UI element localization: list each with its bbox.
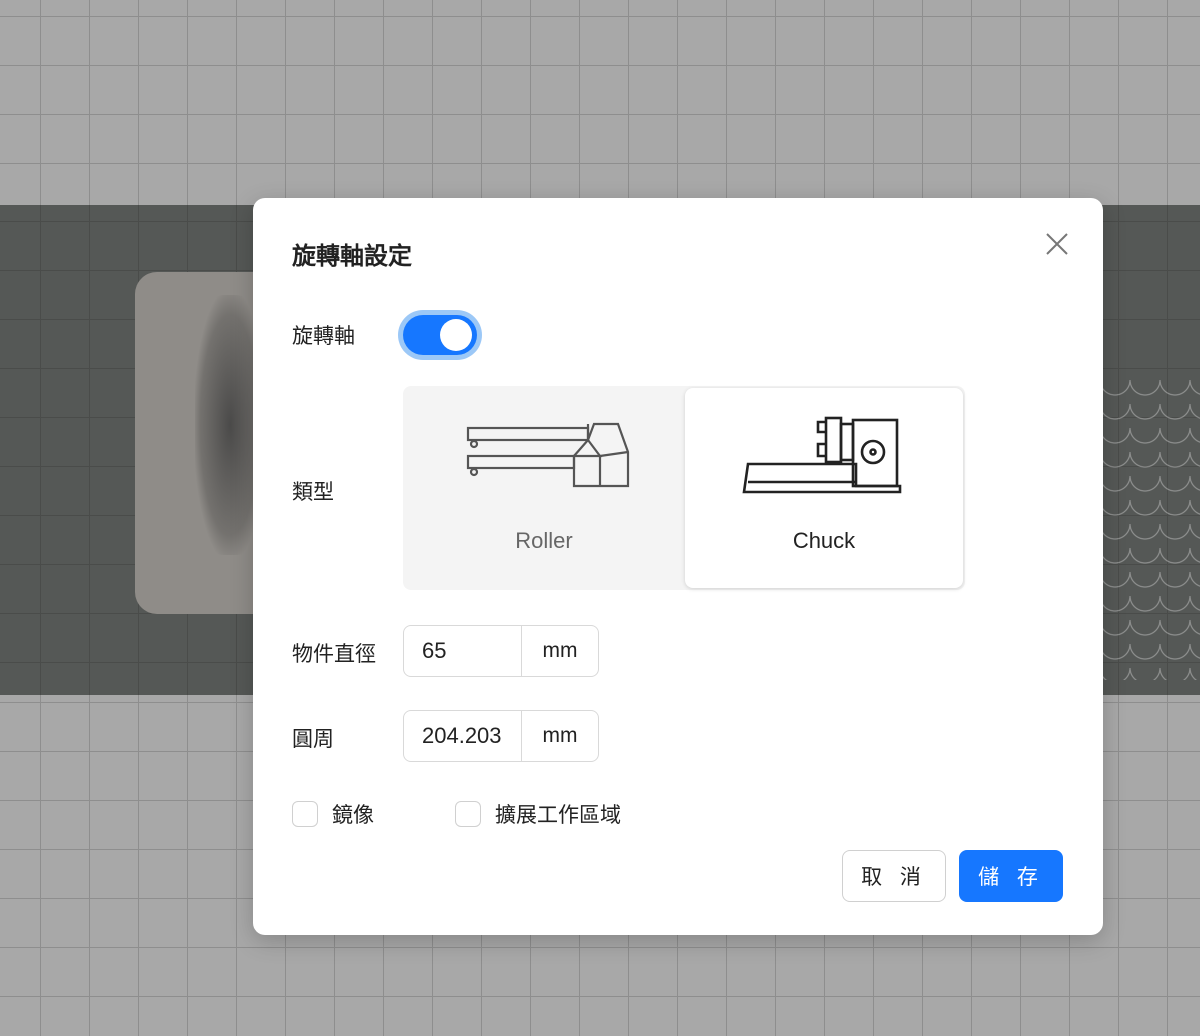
- circumference-unit: mm: [542, 724, 578, 747]
- diameter-unit: mm: [542, 639, 578, 662]
- diameter-field: mm: [403, 625, 599, 677]
- mirror-label: 鏡像: [332, 804, 374, 827]
- type-selector: Roller Chuck: [403, 386, 965, 590]
- type-option-label: Chuck: [792, 528, 856, 553]
- diameter-input[interactable]: [404, 626, 522, 676]
- extend-workarea-label: 擴展工作區域: [495, 804, 621, 827]
- mirror-checkbox[interactable]: 鏡像: [292, 799, 374, 829]
- circumference-input[interactable]: [404, 711, 522, 761]
- chuck-icon: [742, 416, 902, 494]
- extend-workarea-checkbox[interactable]: 擴展工作區域: [455, 799, 621, 829]
- diameter-label: 物件直徑: [292, 643, 376, 666]
- rotary-settings-dialog: 旋轉軸設定 旋轉軸 類型 Roller Chuck 物件直徑 mm 圓周 mm …: [253, 198, 1103, 935]
- rotary-toggle[interactable]: [398, 310, 482, 360]
- save-button[interactable]: 儲 存: [959, 850, 1063, 902]
- dialog-title: 旋轉軸設定: [292, 243, 412, 270]
- circumference-label: 圓周: [292, 728, 334, 751]
- type-option-roller[interactable]: Roller: [405, 388, 683, 588]
- close-icon[interactable]: [1043, 230, 1071, 258]
- checkbox-icon: [292, 801, 318, 827]
- type-option-label: Roller: [515, 528, 573, 553]
- type-label: 類型: [292, 481, 334, 504]
- cancel-button[interactable]: 取 消: [842, 850, 946, 902]
- checkbox-icon: [455, 801, 481, 827]
- background-texture: [1100, 380, 1200, 680]
- type-option-chuck[interactable]: Chuck: [685, 388, 963, 588]
- roller-icon: [466, 422, 630, 488]
- circumference-field: mm: [403, 710, 599, 762]
- rotary-label: 旋轉軸: [292, 325, 355, 348]
